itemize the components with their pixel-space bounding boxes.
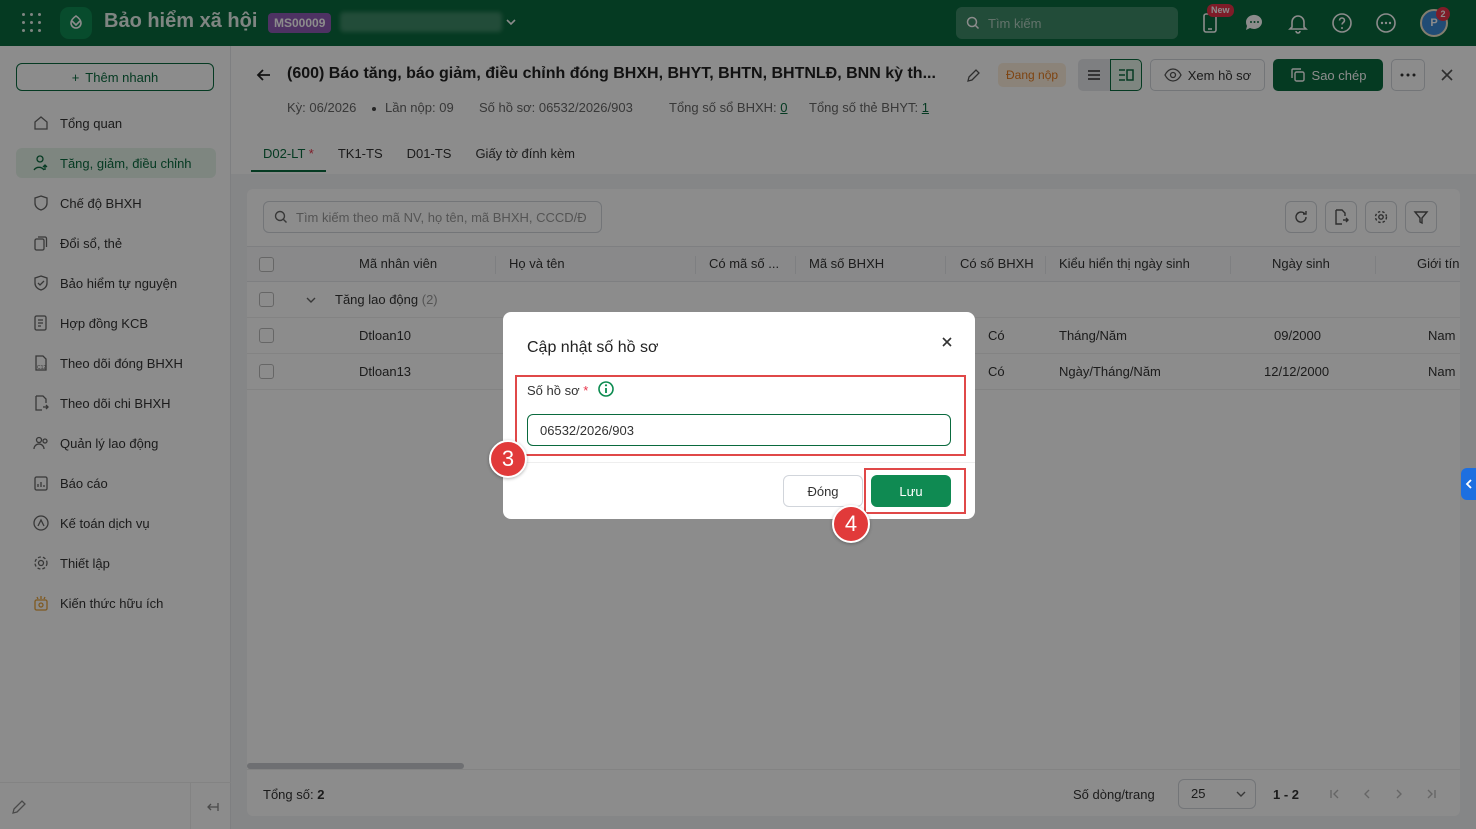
step-3-marker: 3 [489, 440, 527, 478]
close-button[interactable]: Đóng [783, 475, 863, 507]
highlight-box-save [864, 468, 966, 514]
chevron-left-icon [1465, 479, 1472, 489]
close-icon[interactable] [937, 332, 957, 352]
highlight-box-field [515, 375, 966, 456]
dialog-divider [503, 462, 975, 463]
step-4-marker: 4 [832, 505, 870, 543]
dialog-title: Cập nhật số hồ sơ [527, 339, 659, 356]
side-panel-toggle[interactable] [1461, 468, 1476, 500]
